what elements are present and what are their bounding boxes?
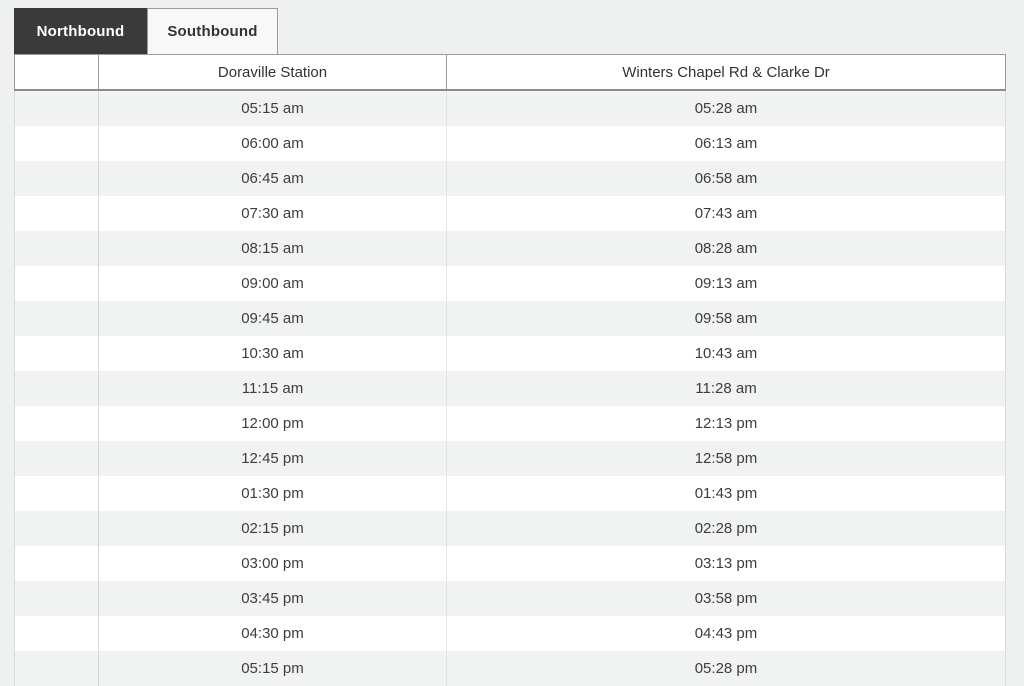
time-cell: 11:28 am	[446, 371, 1006, 406]
time-cell: 10:30 am	[98, 336, 447, 371]
table-row: 04:30 pm 04:43 pm	[14, 616, 1006, 651]
row-spacer-cell	[14, 196, 99, 231]
table-row: 02:15 pm 02:28 pm	[14, 511, 1006, 546]
time-cell: 02:28 pm	[446, 511, 1006, 546]
time-cell: 05:28 am	[446, 90, 1006, 126]
time-cell: 03:13 pm	[446, 546, 1006, 581]
time-cell: 07:43 am	[446, 196, 1006, 231]
time-cell: 03:58 pm	[446, 581, 1006, 616]
row-spacer-cell	[14, 476, 99, 511]
table-row: 07:30 am 07:43 am	[14, 196, 1006, 231]
table-row: 01:30 pm 01:43 pm	[14, 476, 1006, 511]
time-cell: 12:58 pm	[446, 441, 1006, 476]
row-spacer-cell	[14, 406, 99, 441]
table-row: 09:45 am 09:58 am	[14, 301, 1006, 336]
time-cell: 01:43 pm	[446, 476, 1006, 511]
time-cell: 10:43 am	[446, 336, 1006, 371]
row-spacer-cell	[14, 126, 99, 161]
header-spacer-cell	[14, 54, 99, 91]
time-cell: 12:13 pm	[446, 406, 1006, 441]
time-cell: 09:13 am	[446, 266, 1006, 301]
time-cell: 06:13 am	[446, 126, 1006, 161]
time-cell: 03:00 pm	[98, 546, 447, 581]
time-cell: 06:58 am	[446, 161, 1006, 196]
table-row: 06:45 am 06:58 am	[14, 161, 1006, 196]
time-cell: 12:45 pm	[98, 441, 447, 476]
row-spacer-cell	[14, 301, 99, 336]
row-spacer-cell	[14, 336, 99, 371]
time-cell: 06:00 am	[98, 126, 447, 161]
table-row: 03:45 pm 03:58 pm	[14, 581, 1006, 616]
row-spacer-cell	[14, 616, 99, 651]
time-cell: 09:58 am	[446, 301, 1006, 336]
table-row: 06:00 am 06:13 am	[14, 126, 1006, 161]
time-cell: 11:15 am	[98, 371, 447, 406]
table-row: 08:15 am 08:28 am	[14, 231, 1006, 266]
time-cell: 08:28 am	[446, 231, 1006, 266]
schedule-table: Doraville Station Winters Chapel Rd & Cl…	[14, 54, 1006, 686]
row-spacer-cell	[14, 266, 99, 301]
table-row: 11:15 am 11:28 am	[14, 371, 1006, 406]
time-cell: 08:15 am	[98, 231, 447, 266]
header-doraville-station: Doraville Station	[98, 54, 447, 91]
schedule-body: 05:15 am 05:28 am 06:00 am 06:13 am 06:45 am…	[14, 90, 1006, 686]
row-spacer-cell	[14, 511, 99, 546]
time-cell: 01:30 pm	[98, 476, 447, 511]
tab-northbound[interactable]: Northbound	[14, 8, 147, 54]
header-winters-chapel-rd-clarke-dr: Winters Chapel Rd & Clarke Dr	[446, 54, 1006, 91]
row-spacer-cell	[14, 441, 99, 476]
time-cell: 04:43 pm	[446, 616, 1006, 651]
time-cell: 04:30 pm	[98, 616, 447, 651]
time-cell: 07:30 am	[98, 196, 447, 231]
direction-tabs: Northbound Southbound	[14, 8, 1006, 54]
row-spacer-cell	[14, 371, 99, 406]
table-row: 03:00 pm 03:13 pm	[14, 546, 1006, 581]
row-spacer-cell	[14, 161, 99, 196]
header-row: Doraville Station Winters Chapel Rd & Cl…	[14, 54, 1006, 91]
table-row: 12:00 pm 12:13 pm	[14, 406, 1006, 441]
table-row: 12:45 pm 12:58 pm	[14, 441, 1006, 476]
time-cell: 06:45 am	[98, 161, 447, 196]
row-spacer-cell	[14, 90, 99, 126]
time-cell: 12:00 pm	[98, 406, 447, 441]
table-row: 05:15 am 05:28 am	[14, 90, 1006, 126]
tab-southbound[interactable]: Southbound	[147, 8, 278, 54]
schedule-page: Northbound Southbound Doraville Station …	[0, 0, 1024, 686]
table-row: 09:00 am 09:13 am	[14, 266, 1006, 301]
time-cell: 03:45 pm	[98, 581, 447, 616]
time-cell: 09:00 am	[98, 266, 447, 301]
time-cell: 02:15 pm	[98, 511, 447, 546]
row-spacer-cell	[14, 581, 99, 616]
time-cell: 05:15 am	[98, 90, 447, 126]
time-cell: 09:45 am	[98, 301, 447, 336]
table-row: 10:30 am 10:43 am	[14, 336, 1006, 371]
row-spacer-cell	[14, 546, 99, 581]
row-spacer-cell	[14, 231, 99, 266]
